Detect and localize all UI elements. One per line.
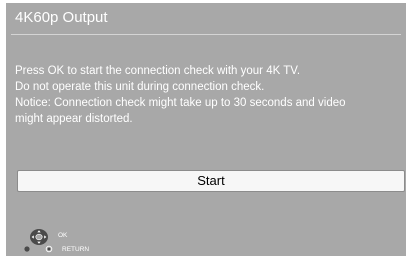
dialog-screen: 4K60p Output Press OK to start the conne… [6, 3, 406, 256]
title-divider [11, 34, 401, 35]
message-line: Press OK to start the connection check w… [15, 65, 301, 77]
dialog-message: Press OK to start the connection check w… [15, 63, 399, 127]
button-legend: OK RETURN [22, 221, 142, 255]
message-line: might appear distorted. [15, 113, 133, 125]
message-line: Notice: Connection check might take up t… [15, 97, 346, 109]
return-legend-label: RETURN [62, 246, 90, 253]
start-button[interactable]: Start [17, 170, 405, 192]
message-line: Do not operate this unit during connecti… [15, 81, 265, 93]
dialog-title: 4K60p Output [15, 9, 108, 26]
ok-legend-label: OK [58, 232, 68, 239]
